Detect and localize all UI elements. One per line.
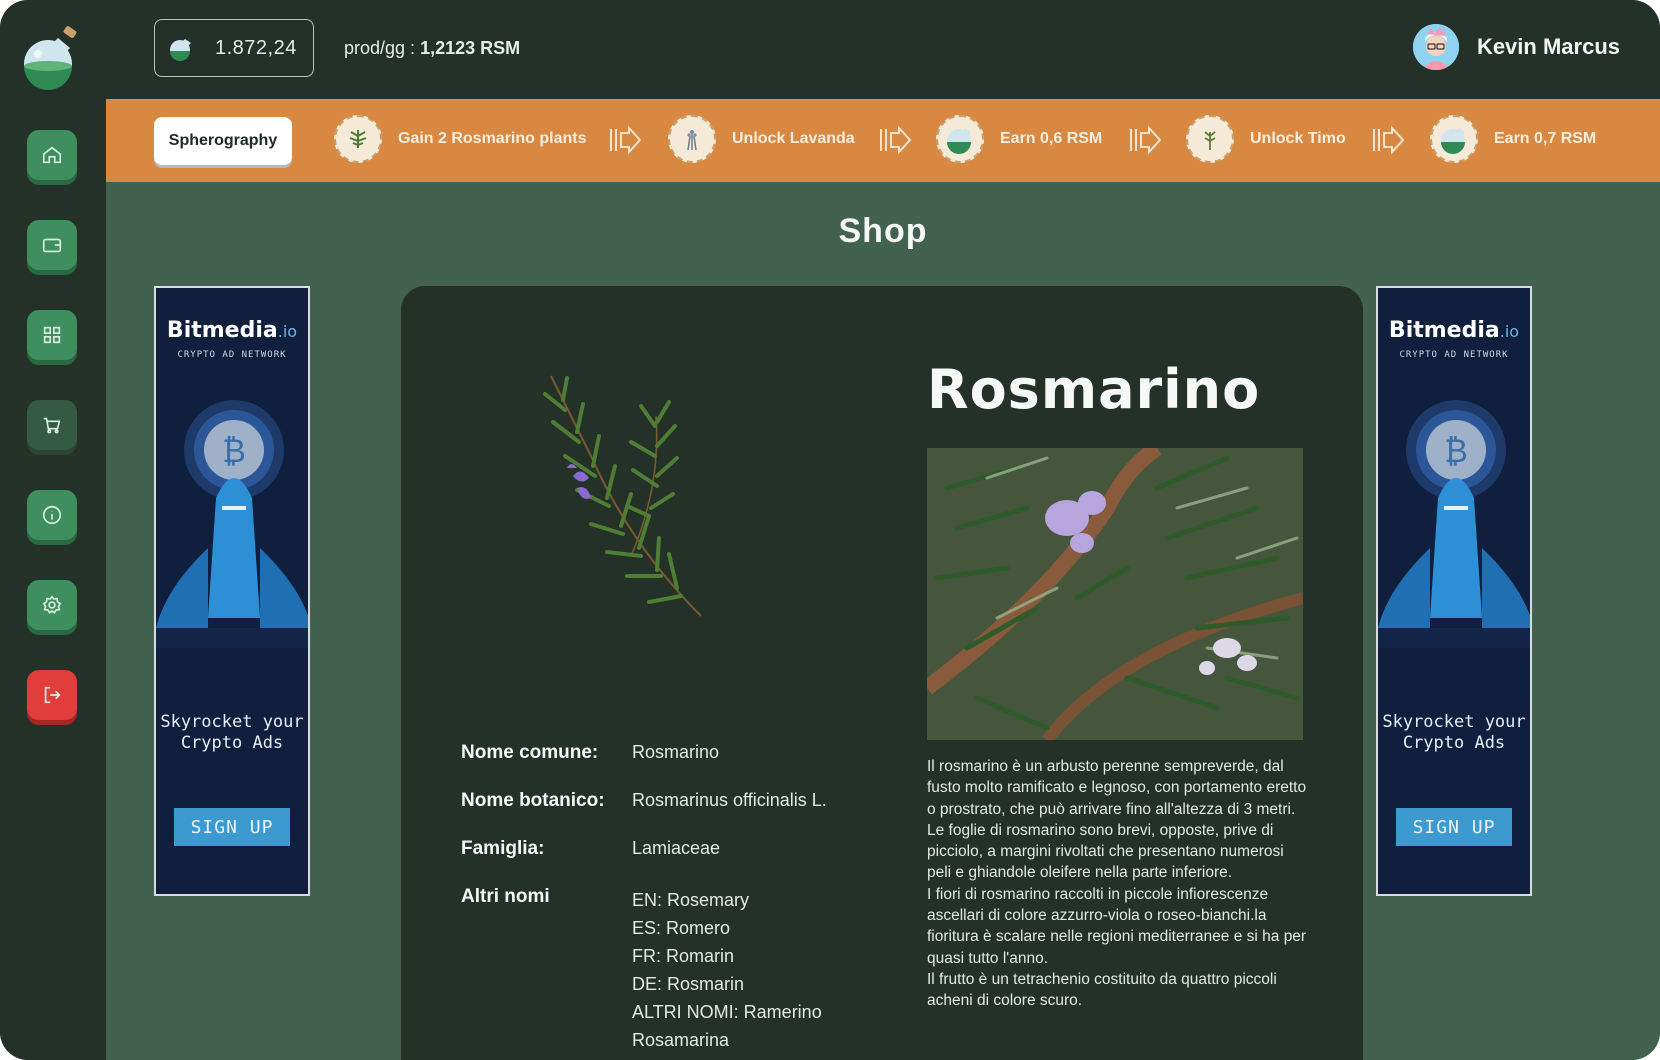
production-rate: prod/gg : 1,2123 RSM	[344, 38, 520, 59]
quest-label: Earn 0,7 RSM	[1494, 130, 1597, 147]
quest-item: Unlock Lavanda	[668, 115, 855, 163]
app-window: 1.872,24 prod/gg : 1,2123 RSM Kevin Marc…	[0, 0, 1660, 1060]
user-profile[interactable]: Kevin Marcus	[1412, 24, 1620, 70]
fact-label: Nome comune:	[461, 742, 599, 763]
ad-network: CRYPTO AD NETWORK	[177, 350, 287, 360]
svg-text:₿: ₿	[1444, 432, 1468, 470]
other-name: EN: Rosemary	[632, 890, 750, 910]
ad-tagline: Skyrocket your Crypto Ads	[1382, 712, 1526, 753]
plant-description: Il rosmarino è un arbusto perenne sempre…	[927, 758, 1307, 1010]
chevron-arrow-icon	[610, 125, 642, 155]
settings-icon	[42, 595, 62, 614]
fact-value: Rosmarinus officinalis L.	[632, 790, 827, 810]
chevron-arrow-icon	[1130, 125, 1162, 155]
quest-item: Gain 2 Rosmarino plants	[334, 115, 586, 163]
potion-coin-icon	[947, 128, 971, 154]
production-label: prod/gg :	[344, 38, 421, 58]
ad-network: CRYPTO AD NETWORK	[1399, 350, 1509, 360]
nav-home-button[interactable]	[27, 130, 77, 180]
balance-value: 1.872,24	[215, 36, 297, 59]
fact-label: Nome botanico:	[461, 790, 605, 811]
quest-badge	[1430, 115, 1478, 163]
quest-badge	[668, 115, 716, 163]
plant-card: Rosmarino Nome comune: Rosmarino Nome bo…	[401, 286, 1363, 1060]
ad-brand: Bitmedia.io	[156, 318, 308, 343]
other-name: ES: Romero	[632, 918, 731, 938]
spherography-button[interactable]: Spherography	[154, 117, 292, 165]
avatar[interactable]	[1412, 24, 1459, 70]
nav-settings-button[interactable]	[27, 580, 77, 630]
user-avatar-icon	[1412, 24, 1459, 70]
user-name: Kevin Marcus	[1476, 34, 1620, 59]
sidebar	[0, 0, 106, 1060]
wallet-icon	[42, 238, 62, 253]
other-name: DE: Rosmarin	[632, 974, 745, 994]
ad-brand-name: Bitmedia	[1388, 318, 1500, 343]
rocket-bitcoin-illustration: ₿	[1378, 400, 1530, 648]
nav-wallet-button[interactable]	[27, 220, 77, 270]
thyme-icon	[1204, 131, 1216, 150]
grid-icon	[43, 326, 61, 344]
ad-tagline: Skyrocket your Crypto Ads	[160, 712, 304, 753]
ad-banner-left[interactable]: Bitmedia.io CRYPTO AD NETWORK ₿ Skyrocke…	[154, 286, 310, 896]
other-name: FR: Romarin	[632, 946, 735, 966]
ad-brand: Bitmedia.io	[1378, 318, 1530, 343]
rosemary-sprig-illustration	[543, 375, 702, 617]
quest-label: Unlock Lavanda	[732, 130, 855, 147]
fact-label: Altri nomi	[461, 886, 550, 907]
rosemary-leaf-icon	[349, 130, 367, 148]
plant-name: Rosmarino	[927, 358, 1261, 421]
cart-icon	[43, 417, 61, 434]
ad-banner-right[interactable]: Bitmedia.io CRYPTO AD NETWORK ₿ Skyrocke…	[1376, 286, 1532, 896]
nav-grid-button[interactable]	[27, 310, 77, 360]
production-value: 1,2123 RSM	[420, 38, 521, 58]
logout-icon	[44, 686, 61, 704]
home-icon	[42, 146, 62, 164]
other-name: ALTRI NOMI: Ramerino	[632, 1002, 822, 1022]
quest-item: Earn 0,7 RSM	[1430, 115, 1596, 163]
ad-signup-button[interactable]: SIGN UP	[174, 808, 290, 846]
quest-item: Unlock Timo	[1186, 115, 1346, 163]
ad-brand-suffix: .io	[277, 322, 298, 341]
nav-info-button[interactable]	[27, 490, 77, 540]
quest-badge	[334, 115, 382, 163]
rosemary-photo	[927, 448, 1303, 740]
chevron-arrow-icon	[880, 125, 912, 155]
other-name: Rosamarina	[632, 1030, 730, 1050]
potion-logo-icon[interactable]	[18, 22, 88, 92]
ad-brand-name: Bitmedia	[166, 318, 278, 343]
ad-brand-suffix: .io	[1499, 322, 1520, 341]
page-title: Shop	[838, 212, 928, 250]
quest-label: Earn 0,6 RSM	[1000, 130, 1103, 147]
balance-box: 1.872,24	[154, 19, 314, 77]
main-content: Shop Bitmedia.io CRYPTO AD NETWORK ₿ Sky…	[106, 182, 1660, 1060]
nav-shop-button[interactable]	[27, 400, 77, 450]
potion-coin-icon	[170, 39, 191, 61]
nav-logout-button[interactable]	[27, 670, 77, 720]
quest-bar: Spherography Gain 2 Rosmarino plants Unl…	[106, 99, 1660, 182]
chevron-arrow-icon	[1373, 125, 1405, 155]
lavender-icon	[687, 130, 697, 151]
fact-label: Famiglia:	[461, 838, 545, 859]
potion-coin-icon	[1441, 128, 1465, 154]
quest-badge	[1186, 115, 1234, 163]
quest-item: Earn 0,6 RSM	[936, 115, 1102, 163]
svg-text:₿: ₿	[222, 432, 246, 470]
fact-value: Rosmarino	[632, 742, 720, 762]
quest-label: Unlock Timo	[1250, 130, 1346, 147]
other-names-list: EN: Rosemary ES: Romero FR: Romarin DE: …	[632, 886, 822, 1054]
fact-value: Lamiaceae	[632, 838, 721, 858]
info-icon	[42, 505, 62, 525]
quest-label: Gain 2 Rosmarino plants	[398, 130, 587, 147]
top-bar: 1.872,24 prod/gg : 1,2123 RSM Kevin Marc…	[106, 0, 1660, 99]
ad-signup-button[interactable]: SIGN UP	[1396, 808, 1512, 846]
rocket-bitcoin-illustration: ₿	[156, 400, 308, 648]
quest-badge	[936, 115, 984, 163]
